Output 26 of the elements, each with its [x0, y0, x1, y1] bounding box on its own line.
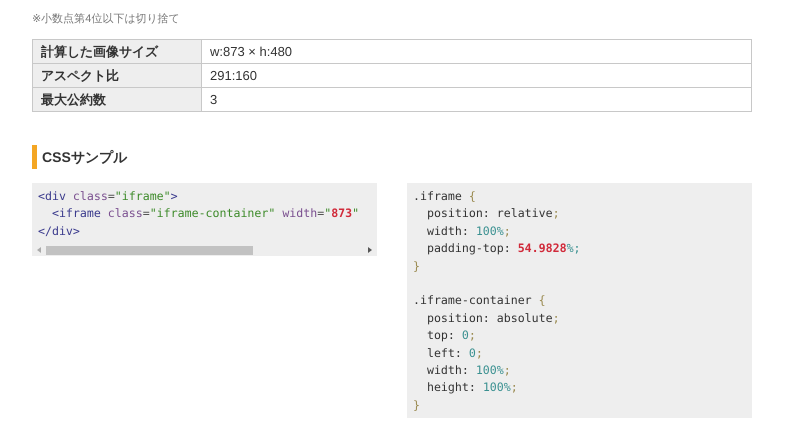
- table-cell: 291:160: [202, 64, 752, 88]
- code-line: <iframe class="iframe-container" width="873": [50, 205, 360, 222]
- table-cell: 3: [202, 88, 752, 112]
- code-line: position: relative;: [426, 205, 560, 222]
- footnote-text: ※小数点第4位以下は切り捨て: [32, 12, 180, 27]
- scrollbar-thumb[interactable]: [46, 246, 253, 255]
- scroll-left-icon[interactable]: [36, 246, 42, 254]
- code-line: </div>: [38, 222, 80, 240]
- scroll-right-icon[interactable]: [367, 246, 373, 254]
- table-header-cell: 計算した画像サイズ: [32, 40, 202, 64]
- code-line: width: 100%;: [426, 362, 511, 380]
- code-line: .iframe {: [413, 188, 476, 205]
- code-line: padding-top: 54.9828%;: [426, 240, 581, 258]
- code-line: }: [413, 258, 420, 275]
- table-header-cell: 最大公約数: [32, 88, 202, 112]
- section-heading: CSSサンプル: [32, 145, 752, 169]
- code-line: width: 100%;: [426, 222, 511, 240]
- code-line: .iframe-container {: [413, 292, 546, 310]
- code-line: }: [413, 396, 420, 414]
- code-line: left: 0;: [426, 344, 483, 362]
- table-cell: w:873 × h:480: [202, 40, 752, 64]
- table-header-cell: アスペクト比: [32, 64, 202, 88]
- code-line: top: 0;: [426, 327, 476, 344]
- code-line: height: 100%;: [426, 379, 518, 396]
- code-line: position: absolute;: [426, 310, 560, 327]
- code-line: <div class="iframe">: [38, 188, 178, 205]
